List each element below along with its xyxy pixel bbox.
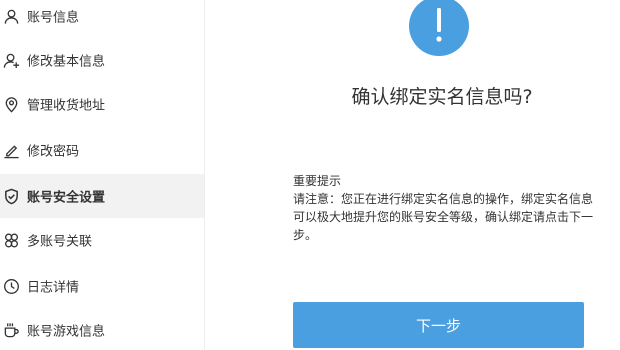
location-pin-icon [2,95,20,113]
clock-icon [2,277,20,295]
sidebar-item-label: 修改基本信息 [27,54,106,70]
sidebar-item-multi-account-link[interactable]: 多账号关联 [0,218,204,262]
sidebar: 账号信息 修改基本信息 管理收货地址 修改密码 账号安全设置 多账号关联 日志详… [0,0,205,350]
sidebar-item-label: 管理收货地址 [27,98,106,114]
account-page: 账号信息 修改基本信息 管理收货地址 修改密码 账号安全设置 多账号关联 日志详… [0,0,620,350]
shield-check-icon [2,187,20,205]
link-accounts-icon [2,231,20,249]
user-add-icon [2,51,20,69]
page-title: 确认绑定实名信息吗? [351,86,533,108]
pencil-icon [2,141,20,159]
cup-icon [2,321,20,339]
next-step-button[interactable]: 下一步 [293,302,584,348]
sidebar-item-label: 账号安全设置 [27,190,106,206]
sidebar-item-label: 多账号关联 [27,234,93,250]
sidebar-item-label: 账号信息 [27,10,80,26]
sidebar-item-change-password[interactable]: 修改密码 [0,128,204,172]
sidebar-item-edit-basic-info[interactable]: 修改基本信息 [0,38,204,82]
notice-body: 请注意：您正在进行绑定实名信息的操作，绑定实名信息可以极大地提升您的账号安全等级… [293,192,594,242]
sidebar-item-label: 修改密码 [27,144,80,160]
important-notice: 重要提示 请注意：您正在进行绑定实名信息的操作，绑定实名信息可以极大地提升您的账… [293,172,593,244]
sidebar-item-account-info[interactable]: 账号信息 [0,0,204,38]
sidebar-item-label: 账号游戏信息 [27,324,106,340]
sidebar-item-log-details[interactable]: 日志详情 [0,264,204,308]
sidebar-item-label: 日志详情 [27,280,80,296]
exclamation-icon [409,0,469,56]
sidebar-item-game-info[interactable]: 账号游戏信息 [0,308,204,350]
sidebar-item-manage-address[interactable]: 管理收货地址 [0,82,204,126]
user-icon [2,7,20,25]
notice-heading: 重要提示 [293,174,342,188]
sidebar-item-security-settings[interactable]: 账号安全设置 [0,174,204,218]
confirm-panel: 确认绑定实名信息吗? 重要提示 请注意：您正在进行绑定实名信息的操作，绑定实名信… [205,0,620,350]
